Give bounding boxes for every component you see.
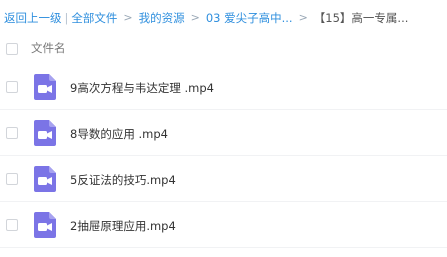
breadcrumb-item-folder[interactable]: 03 爱尖子高中... [206,9,293,27]
file-checkbox[interactable] [6,219,18,231]
file-row[interactable]: 8导数的应用 .mp4 [0,112,447,156]
breadcrumb-item-current: 【15】高一专属... [313,11,409,25]
chevron-right-icon: > [298,11,308,24]
chevron-right-icon: > [190,11,200,24]
file-row[interactable]: 9高次方程与韦达定理 .mp4 [0,66,447,110]
file-row[interactable]: 2抽屉原理应用.mp4 [0,204,447,248]
back-link[interactable]: 返回上一级 [4,9,62,27]
video-file-icon [34,120,56,146]
file-checkbox[interactable] [6,127,18,139]
video-file-icon [34,74,56,100]
file-list-header: 文件名 [0,35,447,63]
video-file-icon [34,212,56,238]
file-name[interactable]: 2抽屉原理应用.mp4 [70,218,176,234]
all-files-link[interactable]: 全部文件 [71,9,117,27]
file-name[interactable]: 8导数的应用 .mp4 [70,126,168,142]
file-browser: 返回上一级 | 全部文件 > 我的资源 > 03 爱尖子高中... > 【15】… [0,0,447,257]
file-name[interactable]: 9高次方程与韦达定理 .mp4 [70,80,214,96]
file-checkbox[interactable] [6,173,18,185]
breadcrumb: 返回上一级 | 全部文件 > 我的资源 > 03 爱尖子高中... > 【15】… [4,9,408,27]
select-all-checkbox[interactable] [6,43,18,55]
file-name[interactable]: 5反证法的技巧.mp4 [70,172,176,188]
file-row[interactable]: 5反证法的技巧.mp4 [0,158,447,202]
file-checkbox[interactable] [6,81,18,93]
column-header-filename: 文件名 [31,41,66,55]
breadcrumb-divider: | [64,11,69,25]
video-file-icon [34,166,56,192]
chevron-right-icon: > [123,11,133,24]
breadcrumb-item-my-resources[interactable]: 我的资源 [139,9,185,27]
